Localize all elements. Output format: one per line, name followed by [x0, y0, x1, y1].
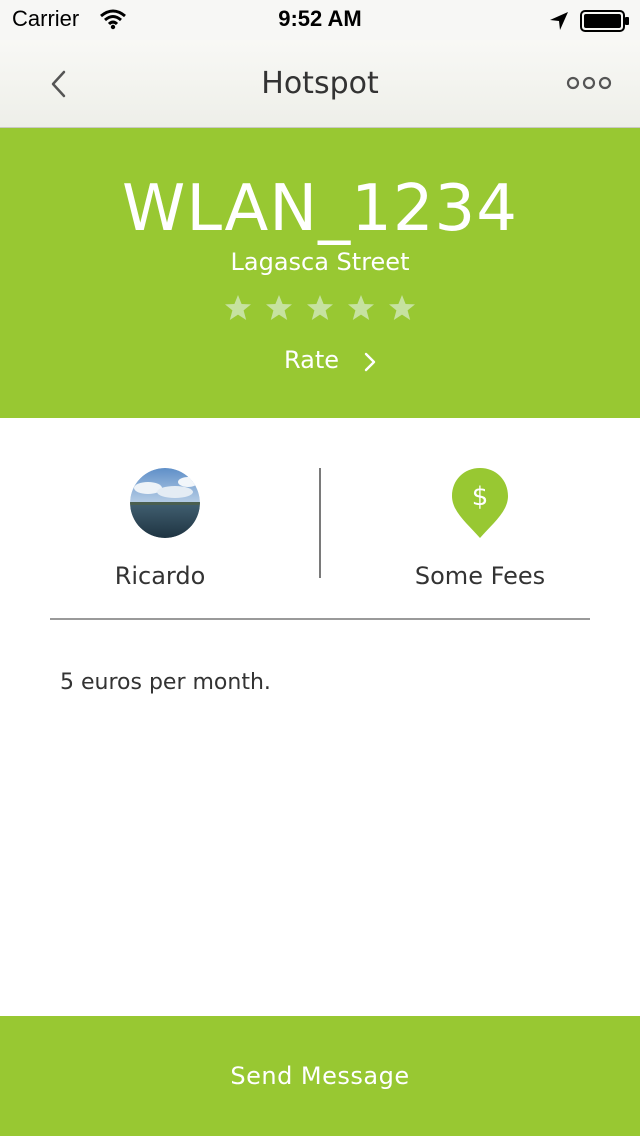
rate-label: Rate: [284, 346, 340, 374]
owner-name: Ricardo: [114, 562, 206, 590]
avatar[interactable]: [130, 468, 200, 538]
hotspot-header: WLAN_1234 Lagasca Street Rate: [0, 128, 640, 418]
star-icon: [389, 295, 416, 320]
page-title: Hotspot: [261, 66, 379, 101]
star-icon: [348, 295, 375, 320]
rate-button[interactable]: Rate: [270, 344, 390, 380]
status-bar: Carrier 9:52 AM: [0, 0, 640, 40]
navigation-bar: Hotspot: [0, 40, 640, 128]
send-message-button[interactable]: Send Message: [0, 1016, 640, 1136]
hotspot-street: Lagasca Street: [230, 248, 410, 276]
fee-label: Some Fees: [414, 562, 546, 590]
send-message-label: Send Message: [230, 1062, 410, 1090]
fee-description: 5 euros per month.: [60, 670, 271, 695]
star-icon: [265, 295, 292, 320]
star-icon: [307, 295, 333, 320]
vertical-divider: [319, 468, 321, 578]
star-icon: [224, 295, 251, 320]
battery-icon: [580, 10, 629, 32]
status-time: 9:52 AM: [278, 6, 362, 31]
dollar-pin-icon: $: [452, 468, 508, 538]
hotspot-ssid: WLAN_1234: [122, 172, 518, 246]
chevron-right-icon: [364, 352, 376, 372]
more-dots-icon[interactable]: [564, 74, 614, 92]
svg-text:$: $: [472, 482, 489, 512]
rating-stars: [0, 294, 640, 328]
horizontal-divider: [50, 618, 590, 620]
location-arrow-icon: [550, 12, 568, 30]
